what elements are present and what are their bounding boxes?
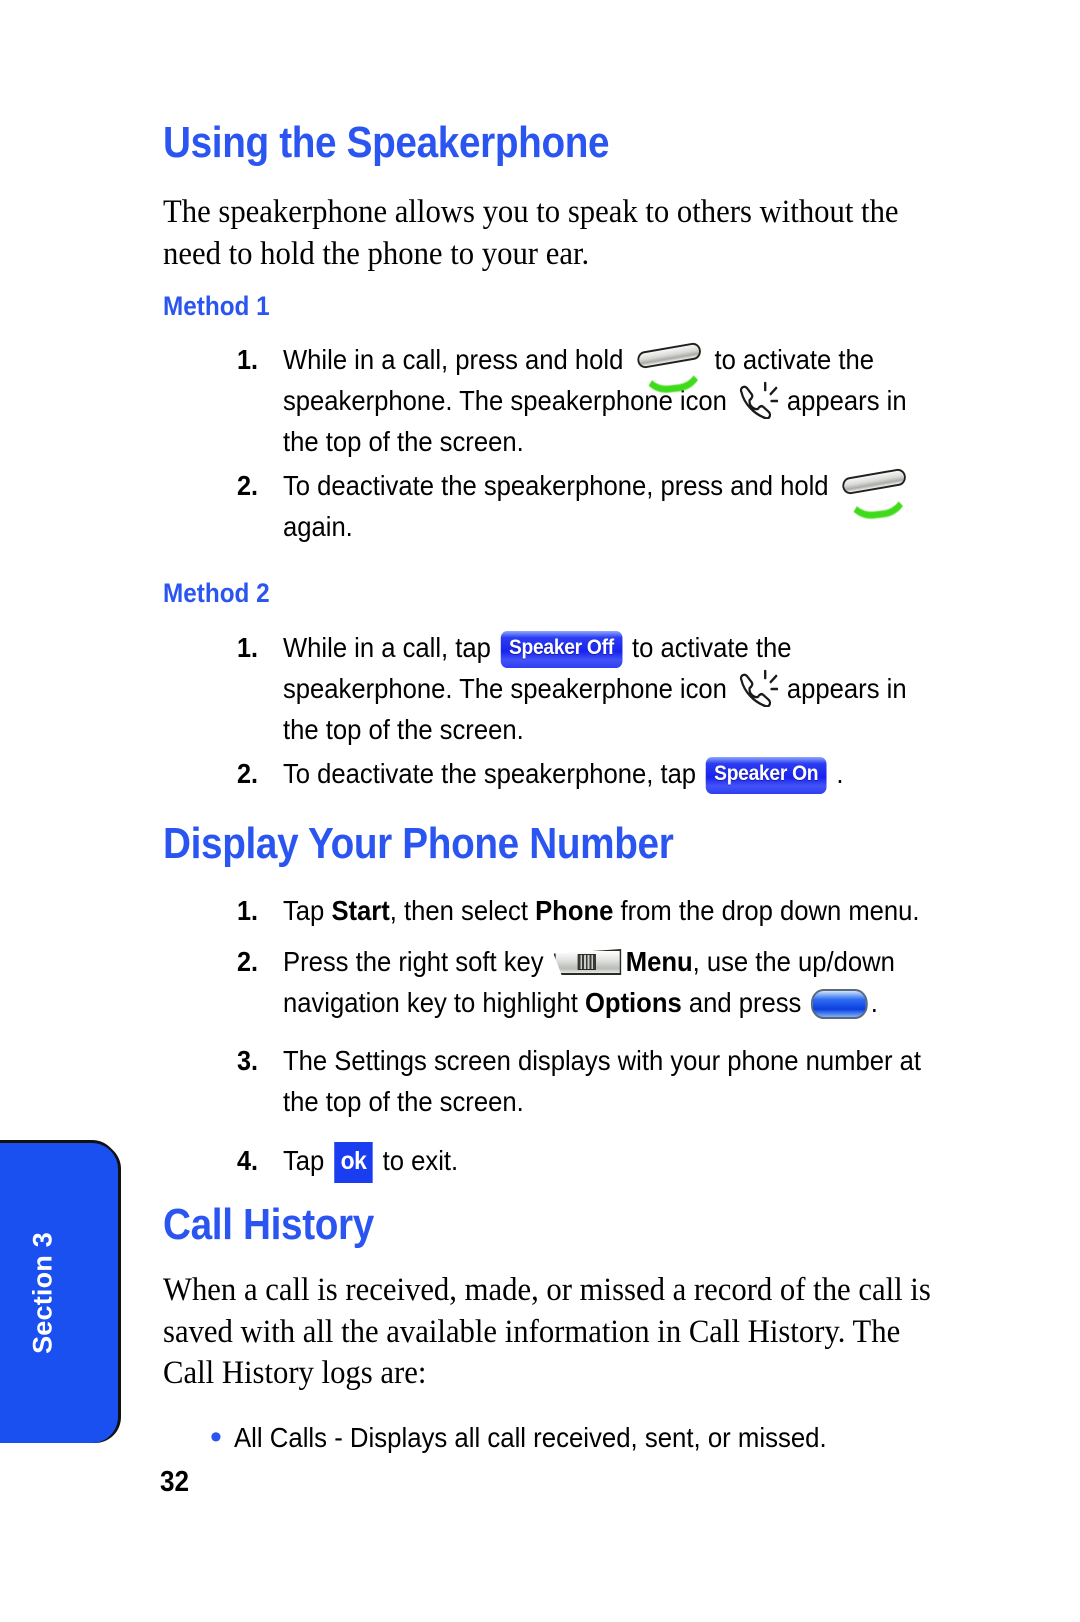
- method-2-title: Method 2: [163, 578, 270, 608]
- manual-page: Section 3 Using the Speakerphone The spe…: [0, 0, 1080, 1622]
- section-tab: Section 3: [0, 1143, 118, 1443]
- step-number: 4.: [237, 1145, 259, 1176]
- speaker-on-button[interactable]: Speaker On: [705, 757, 827, 794]
- speakerphone-icon: [736, 381, 778, 420]
- step-text: The Settings screen displays with your p…: [283, 1045, 921, 1118]
- step-number: 3.: [237, 1045, 259, 1076]
- speakerphone-icon: [736, 669, 778, 708]
- section-using-the-speakerphone: Using the Speakerphone: [163, 121, 993, 165]
- step-number: 2.: [237, 470, 259, 501]
- step-text: Tap Start, then select Phone from the dr…: [283, 895, 920, 926]
- step-item: 2. Press the right soft key Menu, use th…: [237, 941, 997, 1023]
- step-item: 2. To deactivate the speakerphone, tap S…: [237, 753, 997, 794]
- page-title: Call History: [163, 1200, 374, 1249]
- send-key-icon: [633, 341, 706, 396]
- start-label: Start: [331, 895, 390, 926]
- list-item: • All Calls - Displays all call received…: [210, 1418, 1000, 1457]
- step-number: 1.: [237, 895, 259, 926]
- section-tab-label: Section 3: [27, 1232, 58, 1354]
- step-text: While in a call, tap Speaker Off to acti…: [283, 631, 907, 746]
- intro-paragraph-call-history: When a call is received, made, or missed…: [163, 1272, 931, 1392]
- step-number: 2.: [237, 758, 259, 789]
- step-item: 1. While in a call, tap Speaker Off to a…: [237, 627, 997, 750]
- step-text: Tap ok to exit.: [283, 1140, 936, 1183]
- step-item: 4. Tap ok to exit.: [237, 1140, 997, 1183]
- list-item-label: All Calls - Displays all call received, …: [234, 1422, 827, 1453]
- step-text: While in a call, press and hold to activ…: [283, 339, 936, 462]
- step-item: 1. Tap Start, then select Phone from the…: [237, 890, 997, 931]
- step-text: Press the right soft key Menu, use the u…: [283, 946, 895, 1020]
- page-number: 32: [160, 1466, 190, 1498]
- method-1-title: Method 1: [163, 291, 270, 321]
- intro-paragraph-speakerphone: The speakerphone allows you to speak to …: [163, 194, 899, 272]
- section-display-your-phone-number: Display Your Phone Number: [163, 822, 993, 866]
- send-key-icon: [838, 467, 911, 522]
- action-key-icon: [811, 989, 868, 1020]
- soft-key-icon: [553, 947, 622, 979]
- page-title: Using the Speakerphone: [163, 118, 610, 167]
- options-label: Options: [584, 987, 682, 1019]
- speaker-off-button[interactable]: Speaker Off: [500, 631, 623, 668]
- bullet-icon: •: [210, 1418, 222, 1456]
- step-text: To deactivate the speakerphone, press an…: [283, 465, 936, 547]
- step-number: 1.: [237, 344, 259, 375]
- page-title: Display Your Phone Number: [163, 819, 674, 868]
- step-item: 1. While in a call, press and hold to ac…: [237, 339, 997, 462]
- step-item: 2. To deactivate the speakerphone, press…: [237, 465, 997, 547]
- step-number: 1.: [237, 632, 259, 663]
- menu-label: Menu: [625, 946, 693, 977]
- phone-label: Phone: [535, 895, 614, 926]
- step-number: 2.: [237, 946, 259, 977]
- section-call-history: Call History: [163, 1203, 993, 1247]
- step-text: To deactivate the speakerphone, tap Spea…: [283, 753, 936, 794]
- ok-button[interactable]: ok: [334, 1142, 373, 1183]
- step-item: 3. The Settings screen displays with you…: [237, 1040, 997, 1122]
